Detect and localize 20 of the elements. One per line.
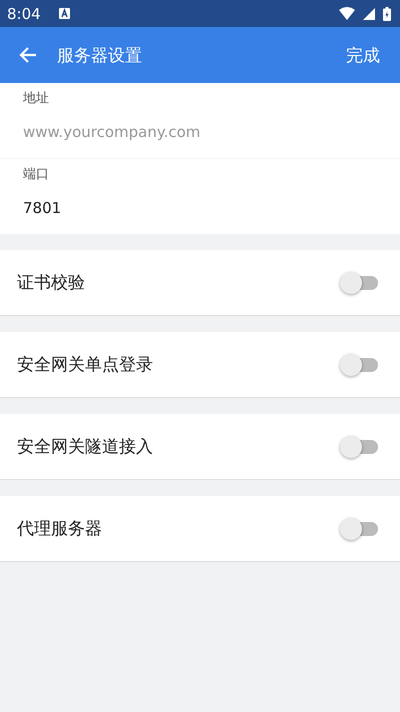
toggle-switch[interactable] <box>340 352 378 376</box>
signal-icon <box>363 8 375 20</box>
toggle-switch[interactable] <box>340 516 378 540</box>
field-label: 端口 <box>23 166 49 183</box>
setting-label: 安全网关单点登录 <box>17 354 154 376</box>
toggle-switch[interactable] <box>340 270 378 294</box>
wifi-icon <box>339 7 355 20</box>
done-button[interactable]: 完成 <box>346 44 380 66</box>
input-field[interactable]: www.yourcompany.com <box>23 121 377 143</box>
toggle-switch[interactable] <box>340 434 378 458</box>
screen-title: 服务器设置 <box>57 44 143 66</box>
back-icon[interactable] <box>18 45 38 65</box>
setting-label: 证书校验 <box>17 272 86 294</box>
field-label: 地址 <box>23 90 49 107</box>
setting-label: 代理服务器 <box>17 518 103 540</box>
input-field[interactable]: 7801 <box>23 197 377 219</box>
battery-icon <box>383 6 391 20</box>
notification-icon <box>58 8 70 19</box>
status-time: 8:04 <box>7 4 41 22</box>
setting-label: 安全网关隧道接入 <box>17 436 154 458</box>
